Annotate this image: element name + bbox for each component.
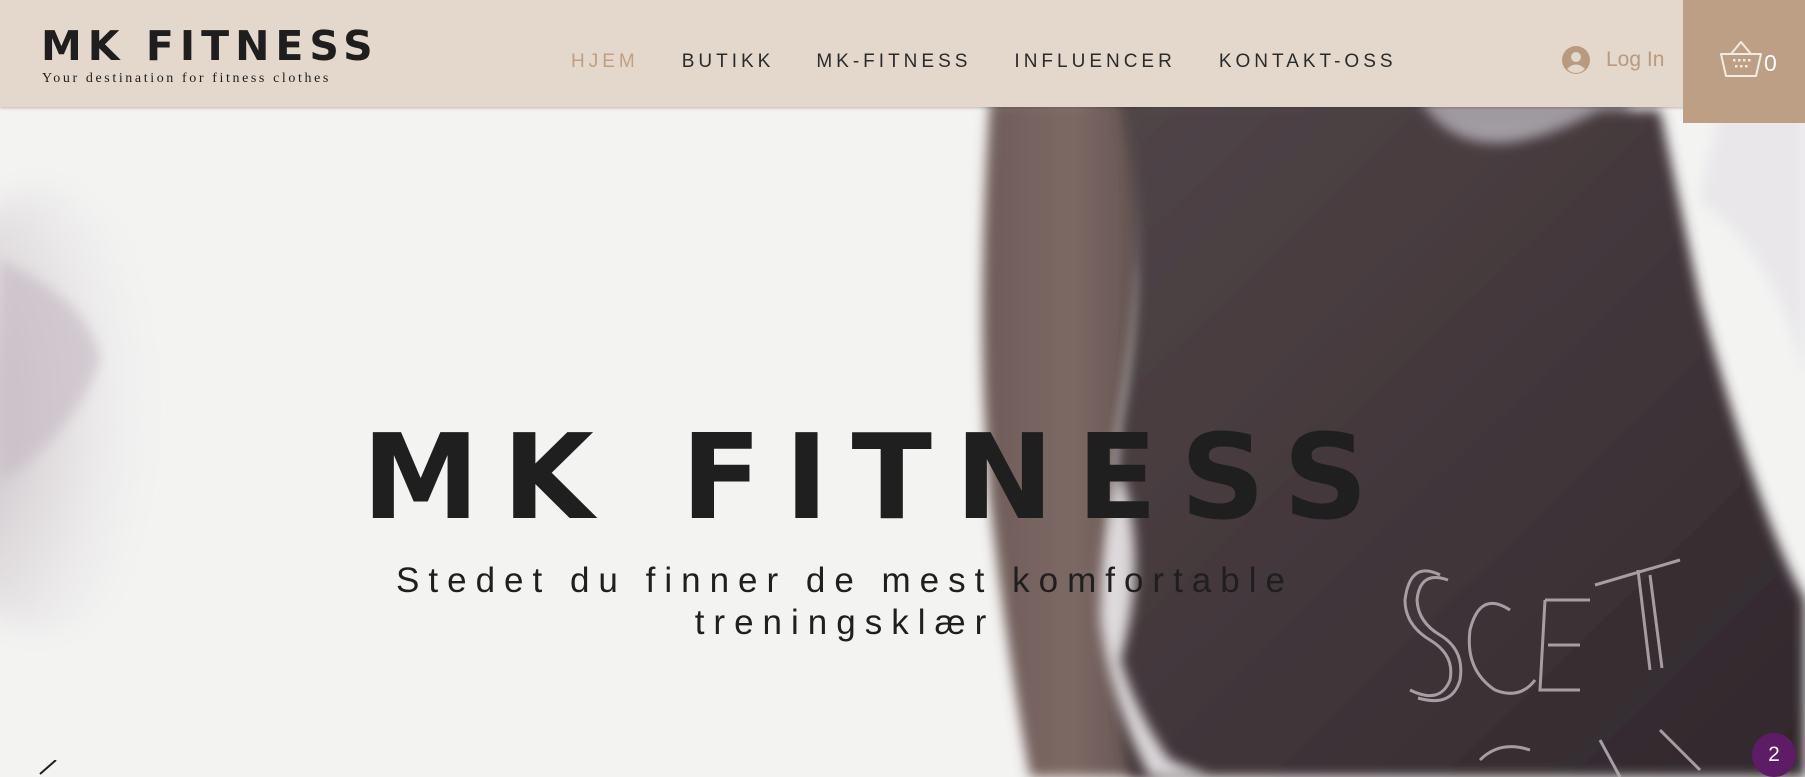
hero-subtitle-line-1: Stedet du finner de mest komfortable — [396, 561, 1294, 600]
site-header: MK FITNESS Your destination for fitness … — [0, 0, 1805, 107]
login-label: Log In — [1606, 48, 1665, 71]
login-button[interactable]: Log In — [1562, 44, 1664, 76]
nav-item-mk-fitness[interactable]: MK-FITNESS — [816, 51, 971, 73]
cart-button[interactable]: 0 — [1683, 0, 1805, 123]
user-avatar-icon — [1562, 46, 1590, 74]
nav-item-butikk[interactable]: BUTIKK — [682, 51, 775, 73]
hero-background — [0, 0, 1805, 777]
hero-title: MK FITNESS — [362, 408, 1391, 546]
slider-prev-arrow-icon[interactable] — [34, 760, 64, 777]
main-nav: HJEM BUTIKK MK-FITNESS INFLUENCER KONTAK… — [571, 50, 1397, 74]
shopping-basket-icon — [1720, 41, 1762, 77]
nav-item-influencer[interactable]: INFLUENCER — [1014, 51, 1175, 73]
nav-item-kontakt-oss[interactable]: KONTAKT-OSS — [1219, 51, 1397, 73]
brand-tagline: Your destination for fitness clothes — [42, 71, 331, 86]
hero-subtitle: Stedet du finner de mest komfortable tre… — [330, 560, 1360, 644]
hero-background-photo — [0, 100, 1805, 777]
hero-subtitle-line-2: treningsklær — [694, 603, 996, 642]
brand-logo[interactable]: MK FITNESS Your destination for fitness … — [41, 22, 379, 87]
brand-name[interactable]: MK FITNESS — [41, 22, 379, 70]
nav-item-hjem[interactable]: HJEM — [571, 51, 639, 73]
cart-count: 0 — [1764, 50, 1777, 76]
notification-badge[interactable]: 2 — [1752, 733, 1796, 777]
